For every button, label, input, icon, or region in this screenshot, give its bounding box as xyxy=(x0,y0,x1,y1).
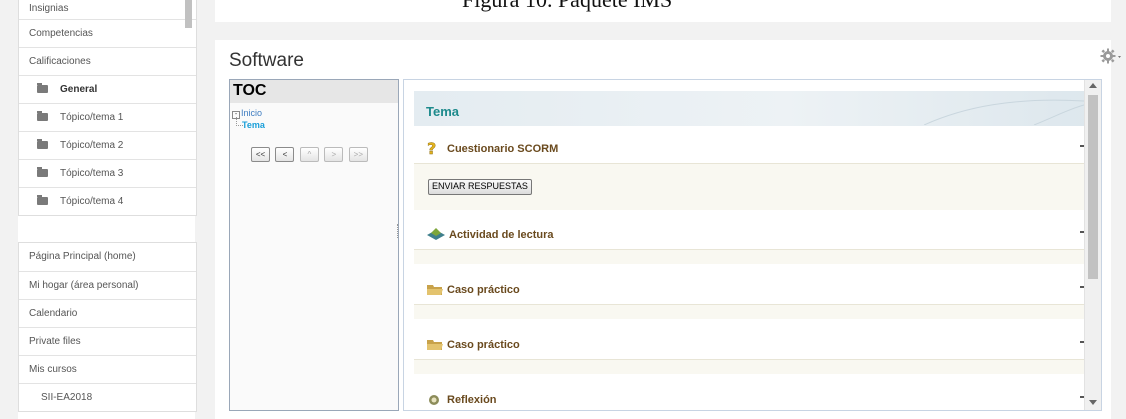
previous-button[interactable]: < xyxy=(275,147,295,162)
nav-item-label: General xyxy=(60,84,98,95)
content-scrollbar[interactable] xyxy=(1084,80,1101,410)
decorative-curve xyxy=(924,99,1084,125)
nav-item-calificaciones[interactable]: Calificaciones xyxy=(19,47,196,75)
left-navigation: Insignias Competencias Calificaciones Ge… xyxy=(18,0,197,419)
activity-title[interactable]: Caso práctico xyxy=(447,284,520,296)
page-title: Software xyxy=(229,50,304,71)
nav-item-label: Calificaciones xyxy=(29,56,91,67)
nav-item-topic-4[interactable]: Tópico/tema 4 xyxy=(19,187,196,215)
activity-title[interactable]: Cuestionario SCORM xyxy=(447,143,558,155)
activity-row[interactable]: ? Cuestionario SCORM xyxy=(414,133,1092,164)
nav-item-label: Insignias xyxy=(29,3,69,14)
nav-item-topic-2[interactable]: Tópico/tema 2 xyxy=(19,131,196,159)
folder-icon xyxy=(37,167,48,177)
svg-text:?: ? xyxy=(427,140,436,156)
activity-row[interactable]: Caso práctico xyxy=(414,274,1092,305)
question-icon: ? xyxy=(426,139,440,161)
nav-item-label: SII-EA2018 xyxy=(41,392,93,403)
nav-item-label: Mi hogar (área personal) xyxy=(29,280,139,291)
content-frame: Tema ? Cuestionario SCORM ENVIAR RESPUES… xyxy=(403,79,1102,411)
panel-splitter[interactable] xyxy=(397,224,400,238)
nav-item-label: Página Principal (home) xyxy=(29,251,136,262)
nav-item-insignias[interactable]: Insignias xyxy=(19,0,196,19)
activity-row[interactable]: Actividad de lectura xyxy=(414,219,1092,250)
activity-row[interactable]: Reflexión xyxy=(414,384,1092,410)
folder-icon xyxy=(37,139,48,149)
folder-icon xyxy=(37,195,48,205)
nav-item-label: Mis cursos xyxy=(29,364,77,375)
scrollbar-thumb[interactable] xyxy=(1088,95,1098,279)
nav-item-calendar[interactable]: Calendario xyxy=(19,299,196,327)
site-nav-group: Página Principal (home) Mi hogar (área p… xyxy=(18,242,197,412)
nav-item-label: Tópico/tema 4 xyxy=(60,196,124,207)
nav-item-label: Tópico/tema 3 xyxy=(60,168,124,179)
up-button[interactable]: ^ xyxy=(299,147,319,162)
activity-body xyxy=(414,360,1092,374)
first-button[interactable]: << xyxy=(251,147,270,162)
nav-item-label: Competencias xyxy=(29,28,93,39)
nav-item-home[interactable]: Página Principal (home) xyxy=(19,243,196,271)
activity-title[interactable]: Reflexión xyxy=(447,394,497,406)
reading-icon xyxy=(426,226,446,247)
last-button[interactable]: >> xyxy=(348,147,368,162)
section-title: Tema xyxy=(426,104,459,119)
scroll-up-icon[interactable] xyxy=(1089,83,1097,88)
nav-item-label: Tópico/tema 2 xyxy=(60,140,124,151)
folder-icon xyxy=(37,111,48,121)
toc-item-label: Inicio xyxy=(241,108,263,118)
folder-icon xyxy=(37,83,48,93)
nav-item-course-sii[interactable]: SII-EA2018 xyxy=(19,383,196,411)
activity-title[interactable]: Caso práctico xyxy=(447,339,520,351)
scroll-down-icon[interactable] xyxy=(1089,400,1097,405)
nav-item-dashboard[interactable]: Mi hogar (área personal) xyxy=(19,271,196,299)
toc-nav-buttons: << < ^ > >> xyxy=(251,144,369,162)
submit-answers-button[interactable]: ENVIAR RESPUESTAS xyxy=(428,179,532,195)
activity-row[interactable]: Caso práctico xyxy=(414,329,1092,360)
nav-item-my-courses[interactable]: Mis cursos xyxy=(19,355,196,383)
gear-icon[interactable] xyxy=(1100,48,1122,69)
nav-item-competencias[interactable]: Competencias xyxy=(19,19,196,47)
nav-item-label: Tópico/tema 1 xyxy=(60,112,124,123)
folder-icon xyxy=(426,281,444,302)
folder-icon xyxy=(426,336,444,357)
nav-item-label: Calendario xyxy=(29,308,78,319)
toc-title: TOC xyxy=(230,80,398,103)
nav-item-label: Private files xyxy=(29,336,81,347)
activity-body xyxy=(414,305,1092,319)
figure-caption: Figura 10. Paquete IMS xyxy=(462,0,672,13)
next-button[interactable]: > xyxy=(324,147,344,162)
toc-panel: TOC - Inicio Tema << < ^ > >> xyxy=(229,79,399,411)
course-nav-group: Insignias Competencias Calificaciones Ge… xyxy=(18,0,197,216)
nav-item-topic-3[interactable]: Tópico/tema 3 xyxy=(19,159,196,187)
section-header: Tema xyxy=(414,91,1092,126)
reflection-icon xyxy=(426,391,442,410)
nav-item-private-files[interactable]: Private files xyxy=(19,327,196,355)
nav-scrollbar[interactable] xyxy=(185,0,192,28)
toc-item-tema[interactable]: Tema xyxy=(242,120,265,130)
activity-title[interactable]: Actividad de lectura xyxy=(449,229,554,241)
activity-body: ENVIAR RESPUESTAS xyxy=(414,164,1092,210)
nav-item-topic-1[interactable]: Tópico/tema 1 xyxy=(19,103,196,131)
nav-item-general[interactable]: General xyxy=(19,75,196,103)
activity-body xyxy=(414,250,1092,264)
